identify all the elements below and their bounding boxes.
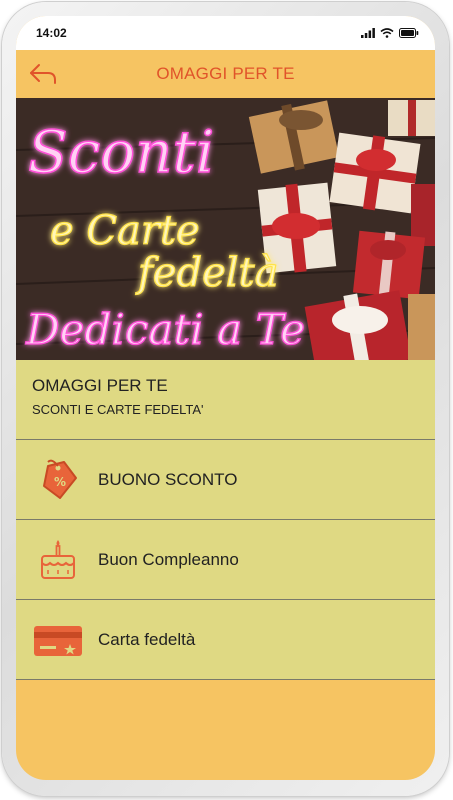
section-header: OMAGGI PER TE SCONTI E CARTE FEDELTA'	[16, 360, 435, 440]
section-subtitle: SCONTI E CARTE FEDELTA'	[32, 402, 204, 417]
banner-line-4: Dedicati a Te	[25, 305, 305, 354]
battery-icon	[399, 28, 419, 38]
app-screen: 14:02 OMAGGI PER TE Sconti e Carte fedel…	[16, 16, 435, 780]
menu-item-buon-compleanno[interactable]: Buon Compleanno	[16, 520, 435, 600]
menu-list: % BUONO SCONTO Buon Compleanno Carta fed…	[16, 440, 435, 680]
gift-box-red-white	[329, 132, 421, 214]
section-title: OMAGGI PER TE	[32, 376, 168, 395]
menu-label-buon-compleanno: Buon Compleanno	[98, 549, 239, 569]
banner-artwork: Sconti e Carte fedeltà Dedicati a Te	[16, 98, 435, 360]
wifi-icon	[380, 28, 394, 38]
banner-line-1: Sconti	[28, 118, 214, 186]
banner-line-3: fedeltà	[135, 250, 278, 296]
menu-label-buono-sconto: BUONO SCONTO	[98, 469, 238, 489]
promo-banner: Sconti e Carte fedeltà Dedicati a Te	[16, 98, 435, 360]
back-button[interactable]	[26, 58, 60, 90]
back-arrow-icon	[30, 64, 56, 84]
signal-icon	[361, 28, 375, 38]
page-title: OMAGGI PER TE	[156, 64, 295, 83]
status-time: 14:02	[36, 26, 67, 40]
gift-box-cream	[388, 100, 435, 136]
menu-label-carta-fedelta: Carta fedeltà	[98, 629, 196, 649]
status-bar: 14:02	[16, 16, 435, 50]
discount-tag-icon: %	[30, 455, 86, 505]
menu-item-carta-fedelta[interactable]: Carta fedeltà	[16, 600, 435, 680]
gift-box-dotted	[352, 230, 426, 300]
menu-item-buono-sconto[interactable]: % BUONO SCONTO	[16, 440, 435, 520]
loyalty-card-icon	[30, 615, 86, 665]
birthday-cake-icon	[30, 535, 86, 585]
app-bar: OMAGGI PER TE	[16, 50, 435, 98]
status-icons	[361, 28, 419, 38]
banner-line-2: e Carte	[50, 208, 200, 254]
svg-text:%: %	[54, 475, 66, 489]
